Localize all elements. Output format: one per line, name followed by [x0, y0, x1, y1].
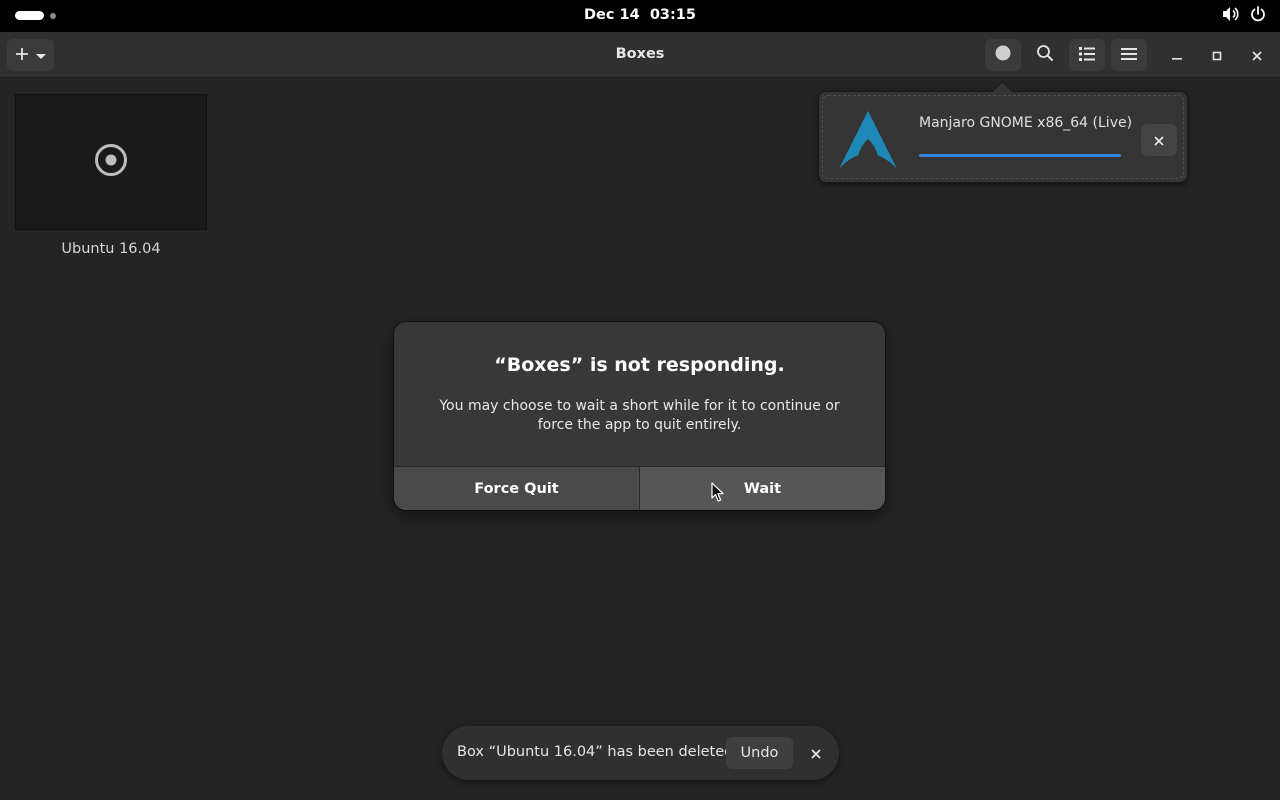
status-dot-icon — [995, 45, 1011, 65]
box-name-label[interactable]: Ubuntu 16.04 — [15, 241, 207, 257]
force-quit-button[interactable]: Force Quit — [394, 467, 640, 510]
volume-icon — [1222, 6, 1240, 22]
close-icon — [1252, 46, 1262, 65]
close-icon — [811, 744, 821, 763]
chevron-down-icon — [35, 46, 47, 65]
close-icon — [1154, 131, 1164, 150]
top-bar: Dec 14 03:15 — [0, 0, 1280, 32]
undo-toast: Box “Ubuntu 16.04” has been deleted Undo — [442, 726, 839, 780]
dialog-message: You may choose to wait a short while for… — [439, 398, 840, 433]
minimize-button[interactable] — [1166, 44, 1188, 66]
workspace-dot — [50, 12, 56, 19]
maximize-button[interactable] — [1206, 44, 1228, 66]
view-list-icon — [1079, 46, 1095, 65]
cancel-download-button[interactable] — [1141, 124, 1177, 156]
stopped-box-icon — [94, 143, 128, 181]
new-box-button[interactable] — [7, 39, 54, 71]
toast-message: Box “Ubuntu 16.04” has been deleted — [457, 744, 734, 760]
dialog-buttons: Force Quit Wait — [394, 466, 885, 510]
search-button[interactable] — [1027, 39, 1063, 71]
maximize-icon — [1212, 46, 1222, 65]
workspace-active-pill — [15, 11, 44, 20]
download-progress-bar — [919, 154, 1121, 157]
close-button[interactable] — [1246, 44, 1268, 66]
add-icon — [15, 46, 29, 65]
main-menu-button[interactable] — [1111, 39, 1147, 71]
search-icon — [1036, 44, 1054, 66]
os-logo-icon — [837, 109, 899, 175]
view-toggle-button[interactable] — [1069, 39, 1105, 71]
clock-time: 03:15 — [649, 7, 696, 23]
clock-button[interactable]: Dec 14 03:15 — [584, 7, 696, 23]
download-progress-fill — [919, 154, 1121, 157]
header-bar: Boxes — [0, 32, 1280, 78]
minimize-icon — [1172, 46, 1182, 65]
menu-icon — [1121, 46, 1137, 65]
downloads-button[interactable] — [985, 39, 1021, 71]
download-name: Manjaro GNOME x86_64 (Live) — [919, 115, 1133, 131]
box-thumbnail[interactable] — [15, 94, 207, 230]
activities-indicator[interactable] — [15, 11, 56, 20]
clock-date: Dec 14 — [584, 7, 640, 23]
not-responding-dialog: “Boxes” is not responding. You may choos… — [394, 322, 885, 510]
dismiss-toast-button[interactable] — [803, 740, 829, 766]
download-item: Manjaro GNOME x86_64 (Live) — [822, 95, 1184, 179]
downloads-popover: Manjaro GNOME x86_64 (Live) — [818, 91, 1188, 183]
clock: Dec 14 03:15 — [0, 7, 1280, 23]
mouse-pointer-icon — [711, 482, 725, 507]
power-icon — [1250, 6, 1266, 22]
wait-button[interactable]: Wait — [640, 467, 885, 510]
undo-button[interactable]: Undo — [726, 737, 793, 769]
boxes-window: Boxes Ubuntu 16.04 Manjaro GNOME x86_64 … — [0, 32, 1280, 800]
dialog-title: “Boxes” is not responding. — [494, 354, 785, 376]
system-tray[interactable] — [1222, 6, 1266, 22]
